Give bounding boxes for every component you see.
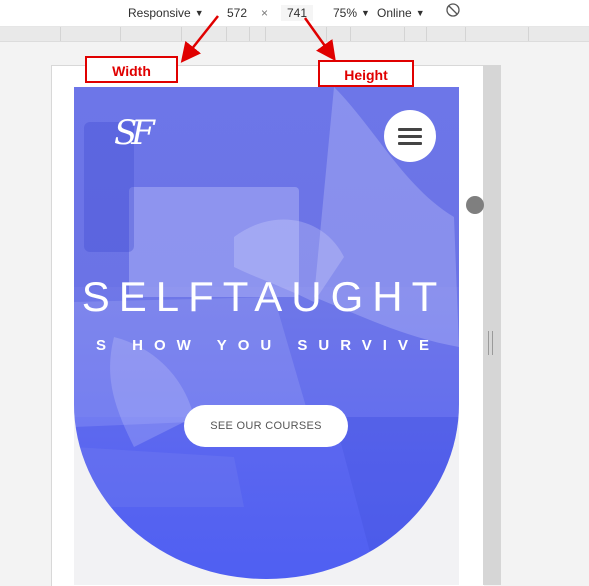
hero-subtitle: S HOW YOU SURVIVE: [96, 337, 440, 354]
device-toolbar: Responsive ▼ 572 × 741 75% ▼ Online ▼: [0, 0, 589, 27]
caret-down-icon: ▼: [361, 8, 370, 18]
throttling-label: Online: [377, 6, 412, 20]
width-input[interactable]: 572: [221, 5, 253, 21]
menu-line-icon: [398, 135, 422, 138]
zoom-dropdown[interactable]: 75% ▼: [333, 5, 370, 21]
width-annotation-label: Width: [85, 56, 178, 83]
menu-line-icon: [398, 128, 422, 131]
hero-background: SF SELFTAUGHT S HOW YOU SURVIVE SEE OUR …: [74, 87, 459, 579]
hamburger-menu-button[interactable]: [384, 110, 436, 162]
height-input[interactable]: 741: [281, 5, 313, 21]
hero-title: SELFTAUGHT: [81, 273, 447, 320]
device-mode-label: Responsive: [128, 6, 191, 20]
menu-line-icon: [398, 142, 422, 145]
rotate-icon[interactable]: [446, 3, 460, 17]
viewport-scrollbar[interactable]: [483, 65, 501, 585]
see-courses-button[interactable]: SEE OUR COURSES: [184, 405, 348, 447]
zoom-label: 75%: [333, 6, 358, 20]
caret-down-icon: ▼: [194, 8, 204, 18]
height-annotation-label: Height: [318, 60, 414, 87]
device-mode-dropdown[interactable]: Responsive ▼: [128, 5, 204, 21]
scroll-thumb[interactable]: [466, 196, 484, 214]
caret-down-icon: ▼: [415, 8, 425, 18]
media-query-ruler[interactable]: [0, 27, 589, 42]
resize-handle[interactable]: [488, 331, 493, 355]
hero-section: SF SELFTAUGHT S HOW YOU SURVIVE SEE OUR …: [74, 87, 459, 585]
throttling-dropdown[interactable]: Online ▼: [377, 5, 425, 21]
brand-logo[interactable]: SF: [114, 113, 160, 153]
dimension-separator: ×: [261, 6, 269, 20]
